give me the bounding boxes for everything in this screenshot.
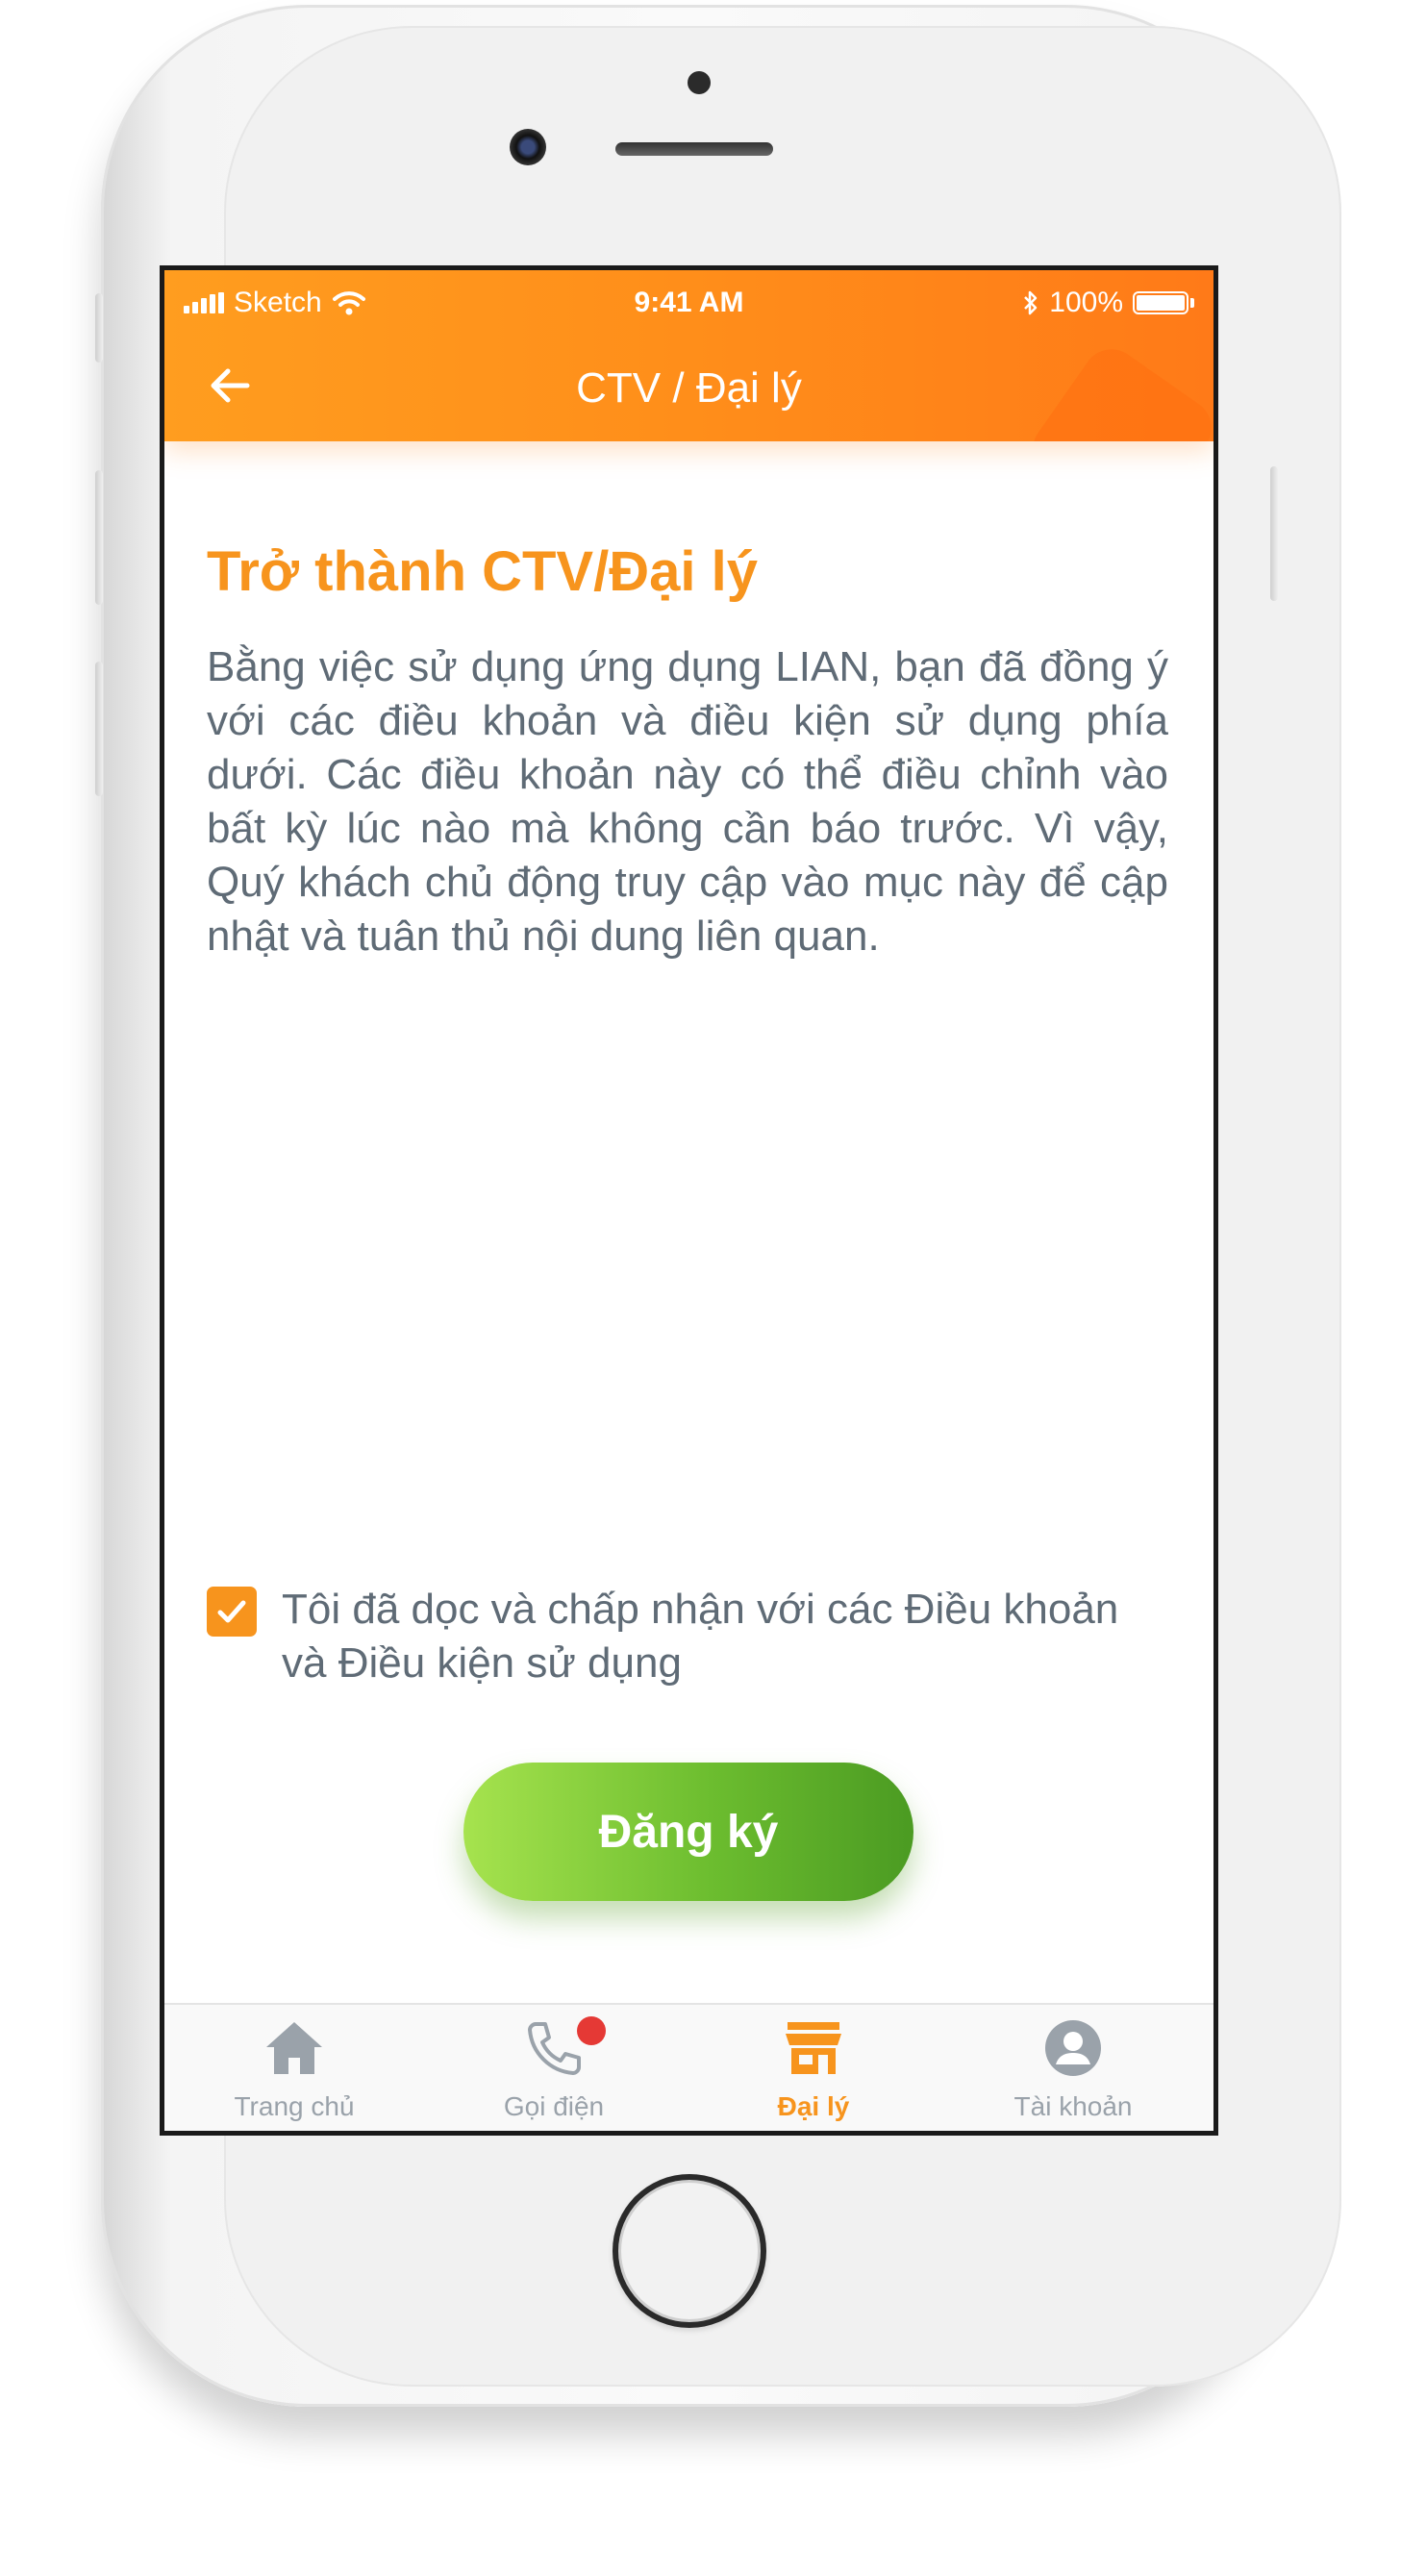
earpiece-speaker <box>615 142 773 156</box>
tab-label: Tài khoản <box>1013 2091 1133 2121</box>
terms-description: Bằng việc sử dụng ứng dụng LIAN, bạn đã … <box>207 643 1168 960</box>
front-camera-icon <box>510 129 546 165</box>
tab-account[interactable]: Tài khoản <box>943 2005 1203 2131</box>
agree-terms-row[interactable]: Tôi đã dọc và chấp nhận với các Điều kho… <box>207 1583 1168 1690</box>
home-icon <box>266 2022 322 2074</box>
nav-bar: CTV / Đại lý <box>164 330 1213 441</box>
mute-switch <box>95 293 103 363</box>
register-button[interactable]: Đăng ký <box>463 1763 913 1901</box>
main-content: Trở thành CTV/Đại lý Bằng việc sử dụng ứ… <box>207 539 1168 963</box>
tab-home[interactable]: Trang chủ <box>164 2005 424 2131</box>
section-heading: Trở thành CTV/Đại lý <box>207 540 758 603</box>
bottom-tab-bar: Trang chủ Gọi điện Đại lý Tài khoản <box>164 2003 1213 2131</box>
volume-up-button <box>95 470 103 605</box>
tab-label: Đại lý <box>777 2091 850 2121</box>
bluetooth-icon <box>1024 290 1038 315</box>
battery-icon <box>1133 291 1188 314</box>
proximity-sensor <box>688 71 711 94</box>
tab-label: Gọi điện <box>503 2091 605 2121</box>
notification-badge <box>577 2016 606 2045</box>
checkmark-icon <box>217 1600 246 1623</box>
store-icon <box>786 2022 841 2074</box>
account-icon <box>1045 2020 1101 2076</box>
agree-checkbox[interactable] <box>207 1587 257 1637</box>
page-title: CTV / Đại lý <box>576 364 802 412</box>
volume-down-button <box>95 662 103 796</box>
tab-label: Trang chủ <box>234 2091 355 2121</box>
app-screen: Sketch 9:41 AM 100% CTV / Đại lý Trở thà… <box>164 270 1213 2131</box>
tab-call[interactable]: Gọi điện <box>424 2005 684 2131</box>
power-button <box>1270 466 1278 601</box>
app-header: Sketch 9:41 AM 100% CTV / Đại lý <box>164 270 1213 441</box>
battery-percent: 100% <box>1049 287 1123 318</box>
tab-agency[interactable]: Đại lý <box>684 2005 943 2131</box>
home-button[interactable] <box>613 2174 766 2328</box>
battery-tip <box>1190 298 1194 308</box>
status-bar: Sketch 9:41 AM 100% <box>164 270 1213 330</box>
agree-label: Tôi đã dọc và chấp nhận với các Điều kho… <box>282 1586 1119 1687</box>
